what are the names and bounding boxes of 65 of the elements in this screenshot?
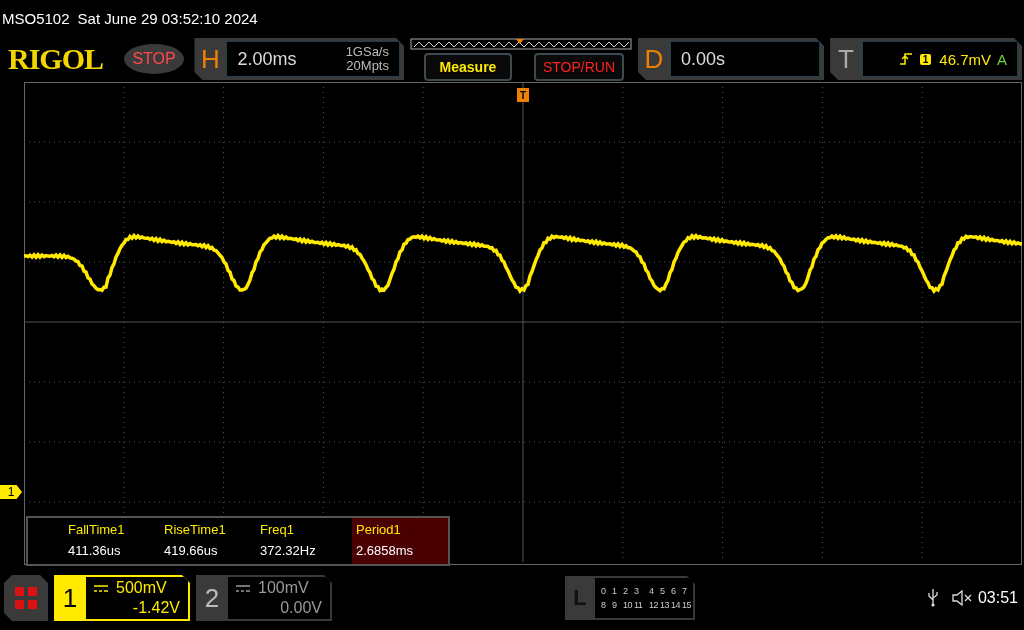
memory-position-strip-icon [410, 37, 632, 50]
channel-number: 2 [203, 581, 221, 615]
channel-scale: 500mV [116, 579, 167, 597]
sample-rate: 1GSa/s [345, 45, 389, 59]
measurement-name: RiseTime1 [164, 522, 227, 537]
logic-channel-number: 15 [681, 600, 692, 610]
measurement-name: Period1 [356, 522, 402, 537]
logic-channel-number: 9 [611, 600, 618, 610]
trigger-label: T [837, 43, 855, 75]
logic-channel-number: 3 [633, 586, 640, 596]
logic-channel-number: 7 [681, 586, 688, 596]
usb-icon [927, 589, 938, 607]
measurement-name: FallTime1 [68, 522, 126, 537]
memory-depth: 20Mpts [346, 59, 389, 73]
logic-channel-number: 11 [633, 600, 644, 610]
measurement-value: 419.66us [164, 543, 219, 558]
dc-coupling-icon [236, 584, 250, 592]
logic-channel-number: 12 [648, 600, 659, 610]
measurement-name: Freq1 [260, 522, 295, 537]
logic-channel-number: 1 [611, 586, 618, 596]
measurement-value: 372.32Hz [260, 543, 317, 558]
measurement-item[interactable]: Freq1 372.32Hz [256, 518, 352, 564]
channel-offset-marker[interactable]: 1 [0, 485, 22, 499]
logic-channel-number: 4 [648, 586, 655, 596]
channel-number: 1 [61, 581, 79, 615]
dc-coupling-icon [94, 584, 108, 592]
channel-panel[interactable]: 2 100mV 0.00V [196, 575, 332, 621]
channel-panel[interactable]: 1 500mV -1.42V [54, 575, 190, 621]
channel-offset: 0.00V [279, 599, 322, 617]
measurement-value: 411.36us [68, 543, 122, 558]
measurement-item[interactable]: RiseTime1 419.66us [160, 518, 256, 564]
logo: RIGOL [8, 42, 105, 76]
model-name: MSO5102 [2, 9, 70, 27]
horizontal-label: H [200, 43, 221, 75]
channel-scale: 100mV [258, 579, 309, 597]
trigger-mode: A [997, 50, 1007, 68]
trigger-position-marker[interactable]: T [517, 88, 529, 102]
trigger-panel[interactable]: T 1 46.7mV A [830, 38, 1022, 80]
measurement-item[interactable]: Period1 2.6858ms [352, 518, 448, 564]
logic-channel-number: 8 [600, 600, 607, 610]
delay-value: 0.00s [681, 48, 726, 70]
channel-offset: -1.42V [131, 599, 180, 617]
stop-run-button[interactable]: STOP/RUN [534, 52, 624, 81]
logic-channel-number: 13 [659, 600, 670, 610]
delay-label: D [643, 43, 665, 75]
timebase-value: 2.00ms [237, 48, 297, 70]
logic-channel-number: 0 [600, 586, 607, 596]
measurement-item[interactable]: FallTime1 411.36us [64, 518, 160, 564]
logic-channel-number: 14 [670, 600, 681, 610]
measure-button[interactable]: Measure [424, 52, 512, 81]
trigger-source-badge: 1 [919, 53, 932, 65]
logic-channel-number: 6 [670, 586, 677, 596]
grid-squares-icon [15, 587, 37, 609]
speaker-muted-icon [951, 590, 972, 606]
home-menu-button[interactable] [4, 575, 48, 621]
date-time: Sat June 29 03:52:10 2024 [77, 9, 258, 27]
delay-panel[interactable]: D 0.00s [638, 38, 825, 80]
measurement-value: 2.6858ms [356, 543, 415, 558]
clock-time: 03:51 [977, 589, 1018, 607]
trigger-level: 46.7mV A [939, 50, 1007, 68]
logic-channel-number: 10 [622, 600, 633, 610]
logic-channel-number: 2 [622, 586, 629, 596]
rising-edge-icon [899, 53, 912, 65]
horizontal-panel[interactable]: H 2.00ms 1GSa/s 20Mpts [194, 38, 404, 80]
logic-channel-number: 5 [659, 586, 666, 596]
